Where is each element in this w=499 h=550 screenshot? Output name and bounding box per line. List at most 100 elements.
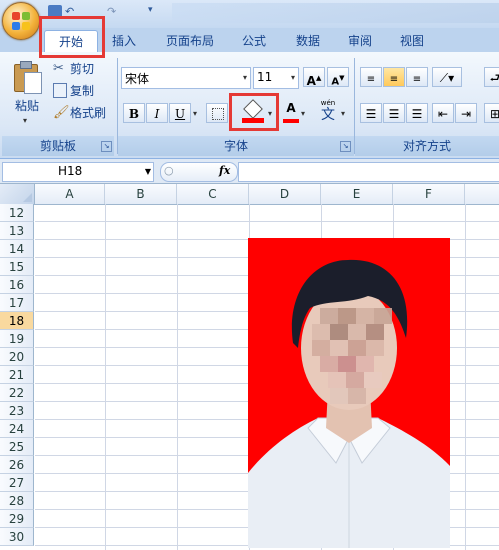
align-right-button[interactable]: ☰ xyxy=(406,103,428,123)
shrink-font-button[interactable]: A▼ xyxy=(327,67,349,87)
clipboard-group-text: 剪贴板 xyxy=(39,139,76,153)
cut-button[interactable]: 剪切 xyxy=(70,59,94,79)
underline-dropdown-icon[interactable]: ▾ xyxy=(193,109,197,118)
decrease-indent-button[interactable]: ⇤ xyxy=(432,103,454,123)
scissors-icon: ✂ xyxy=(53,61,64,76)
format-painter-icon: 🖌 xyxy=(53,105,70,120)
align-bottom-button[interactable]: ≡ xyxy=(406,67,428,87)
column-header-d[interactable]: D xyxy=(249,184,321,204)
highlight-home-tab xyxy=(39,16,105,58)
clipboard-group-label: 剪贴板 xyxy=(2,136,114,156)
shrink-font-icon: A xyxy=(331,76,340,88)
align-right-icon: ☰ xyxy=(411,107,423,121)
bold-button[interactable]: B xyxy=(123,103,145,123)
row-header-22[interactable]: 22 xyxy=(0,384,34,402)
insert-function-button[interactable]: fx xyxy=(219,164,230,177)
row-header-14[interactable]: 14 xyxy=(0,240,34,258)
paste-dropdown-icon[interactable]: ▾ xyxy=(23,116,27,125)
phonetic-guide-button[interactable]: wén 文 xyxy=(315,99,341,125)
name-box[interactable]: H18 ▼ xyxy=(2,162,154,182)
font-size-dropdown-icon[interactable]: ▾ xyxy=(291,73,295,82)
formula-input[interactable] xyxy=(238,162,499,182)
merge-center-button[interactable]: ⊞ xyxy=(484,103,499,123)
merge-center-icon: ⊞ xyxy=(489,107,499,121)
qat-customize-icon[interactable]: ▾ xyxy=(148,5,153,15)
office-button[interactable] xyxy=(2,2,40,40)
column-header-a[interactable]: A xyxy=(35,184,105,204)
row-header-24[interactable]: 24 xyxy=(0,420,34,438)
title-area xyxy=(172,3,499,23)
tab-page-layout[interactable]: 页面布局 xyxy=(166,31,214,51)
tab-view[interactable]: 视图 xyxy=(400,31,424,51)
column-header-g[interactable] xyxy=(465,184,499,204)
wrap-text-button[interactable]: ⮐ xyxy=(484,67,499,87)
align-left-button[interactable]: ☰ xyxy=(360,103,382,123)
border-button[interactable] xyxy=(206,103,228,123)
grow-font-button[interactable]: A▲ xyxy=(303,67,325,88)
align-top-button[interactable]: ≡ xyxy=(360,67,382,87)
row-header-12[interactable]: 12 xyxy=(0,204,34,222)
font-launcher-icon[interactable]: ↘ xyxy=(340,141,351,152)
column-header-b[interactable]: B xyxy=(105,184,177,204)
align-center-button[interactable]: ☰ xyxy=(383,103,405,123)
tab-insert[interactable]: 插入 xyxy=(112,31,136,51)
clipboard-launcher-icon[interactable]: ↘ xyxy=(101,141,112,152)
column-header-c[interactable]: C xyxy=(177,184,249,204)
font-color-button[interactable]: A xyxy=(283,101,299,123)
column-header-e[interactable]: E xyxy=(321,184,393,204)
redo-icon[interactable]: ↷ xyxy=(107,5,116,18)
font-size-combobox[interactable]: 11 ▾ xyxy=(253,67,299,89)
underline-button[interactable]: U xyxy=(169,103,191,123)
phonetic-dropdown-icon[interactable]: ▾ xyxy=(341,109,345,118)
row-header-15[interactable]: 15 xyxy=(0,258,34,276)
tab-formulas[interactable]: 公式 xyxy=(242,31,266,51)
row-header-26[interactable]: 26 xyxy=(0,456,34,474)
font-size-value: 11 xyxy=(257,70,273,84)
wrap-text-icon: ⮐ xyxy=(489,71,499,85)
name-box-dropdown-icon[interactable]: ▼ xyxy=(145,167,151,176)
format-painter-button[interactable]: 格式刷 xyxy=(70,103,106,123)
paste-icon[interactable] xyxy=(12,60,42,94)
grow-font-icon: A xyxy=(306,74,316,88)
font-color-swatch xyxy=(283,119,299,123)
row-header-19[interactable]: 19 xyxy=(0,330,34,348)
border-icon xyxy=(212,108,224,120)
tab-review[interactable]: 审阅 xyxy=(348,31,372,51)
row-header-13[interactable]: 13 xyxy=(0,222,34,240)
copy-button[interactable]: 复制 xyxy=(70,81,94,101)
phonetic-char: 文 xyxy=(321,107,335,123)
row-header-29[interactable]: 29 xyxy=(0,510,34,528)
font-name-dropdown-icon[interactable]: ▾ xyxy=(243,73,247,82)
font-name-combobox[interactable]: 宋体 ▾ xyxy=(121,67,251,89)
increase-indent-button[interactable]: ⇥ xyxy=(455,103,477,123)
align-left-icon: ☰ xyxy=(365,107,377,121)
office-logo-icon xyxy=(12,12,30,30)
tab-data[interactable]: 数据 xyxy=(296,31,320,51)
row-header-20[interactable]: 20 xyxy=(0,348,34,366)
row-header-28[interactable]: 28 xyxy=(0,492,34,510)
font-color-dropdown-icon[interactable]: ▾ xyxy=(301,109,305,118)
row-header-17[interactable]: 17 xyxy=(0,294,34,312)
portrait-image xyxy=(248,259,450,548)
alignment-group-text: 对齐方式 xyxy=(402,139,451,153)
decrease-indent-icon: ⇤ xyxy=(437,107,449,121)
column-header-f[interactable]: F xyxy=(393,184,465,204)
italic-button[interactable]: I xyxy=(146,103,168,123)
align-middle-button[interactable]: ≡ xyxy=(383,67,405,87)
row-header-25[interactable]: 25 xyxy=(0,438,34,456)
select-all-button[interactable] xyxy=(0,184,35,204)
row-header-23[interactable]: 23 xyxy=(0,402,34,420)
alignment-group-label: 对齐方式 xyxy=(355,136,499,156)
paste-button[interactable]: 粘贴 xyxy=(15,96,39,116)
copy-icon xyxy=(53,83,67,98)
row-header-30[interactable]: 30 xyxy=(0,528,34,546)
formula-grip-icon: ○ xyxy=(164,164,174,177)
row-header-18[interactable]: 18 xyxy=(0,312,34,330)
highlight-fill-color xyxy=(229,93,279,131)
row-header-27[interactable]: 27 xyxy=(0,474,34,492)
font-name-value: 宋体 xyxy=(125,72,150,86)
orientation-button[interactable]: ⟋▾ xyxy=(432,67,462,87)
row-header-21[interactable]: 21 xyxy=(0,366,34,384)
row-header-16[interactable]: 16 xyxy=(0,276,34,294)
portrait-photo[interactable] xyxy=(248,238,450,548)
